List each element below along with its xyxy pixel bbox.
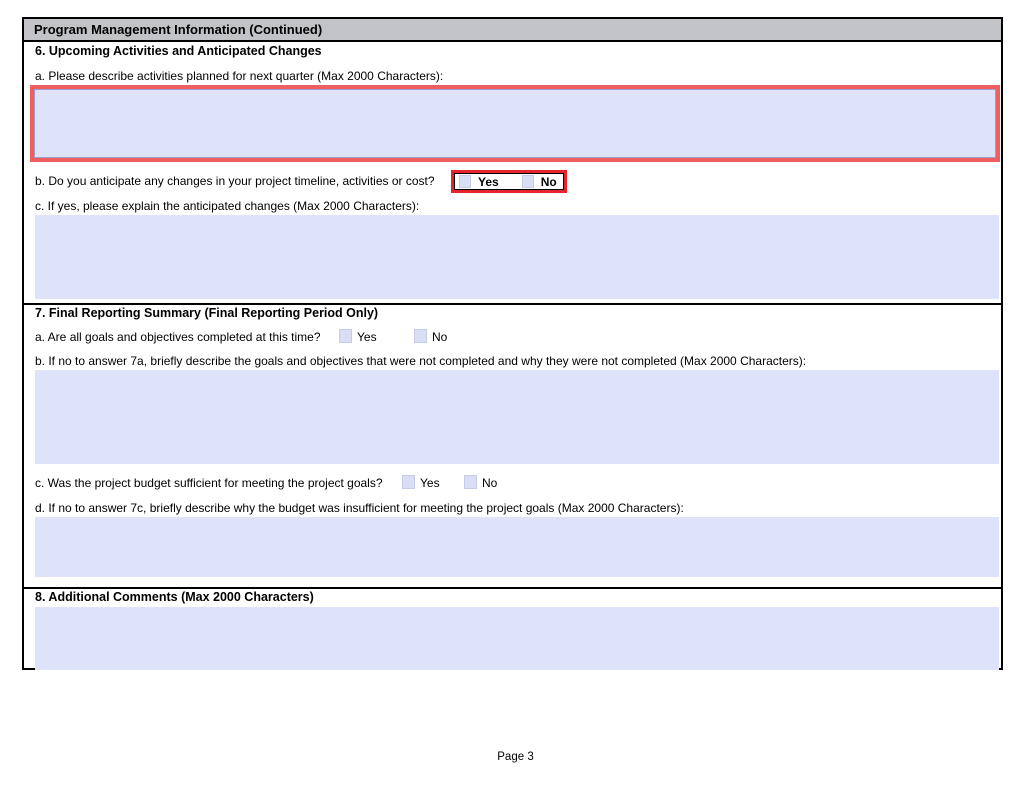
- goals-completed-no-checkbox[interactable]: [414, 329, 427, 343]
- section6b-question-label: b. Do you anticipate any changes in your…: [35, 174, 435, 188]
- budget-sufficient-no-checkbox[interactable]: [464, 475, 477, 489]
- focus-highlight-yes-no-group: Yes No: [451, 170, 567, 193]
- section7-heading: 7. Final Reporting Summary (Final Report…: [35, 306, 379, 320]
- program-management-form: Program Management Information (Continue…: [22, 17, 1003, 670]
- budget-sufficient-no-label: No: [482, 476, 498, 490]
- section7b-question-label: b. If no to answer 7a, briefly describe …: [35, 354, 807, 368]
- additional-comments-field[interactable]: [35, 607, 999, 670]
- goals-completed-yes-checkbox[interactable]: [339, 329, 352, 343]
- page-title: Program Management Information (Continue…: [34, 22, 323, 37]
- anticipate-changes-no-label: No: [540, 174, 557, 189]
- section7a-question-label: a. Are all goals and objectives complete…: [35, 330, 321, 344]
- budget-sufficient-yes-label: Yes: [420, 476, 440, 490]
- goals-not-completed-field[interactable]: [35, 370, 999, 464]
- section6-heading: 6. Upcoming Activities and Anticipated C…: [35, 44, 322, 58]
- section6a-question-label: a. Please describe activities planned fo…: [35, 69, 444, 83]
- anticipate-changes-yes-label: Yes: [478, 174, 499, 189]
- anticipate-changes-yes-checkbox[interactable]: [459, 175, 471, 188]
- section-divider: [24, 303, 1001, 305]
- page-number: Page 3: [497, 751, 534, 763]
- explain-anticipated-changes-field[interactable]: [35, 215, 999, 299]
- budget-insufficient-reason-field[interactable]: [35, 517, 999, 577]
- section7c-question-label: c. Was the project budget sufficient for…: [35, 476, 383, 490]
- budget-sufficient-yes-checkbox[interactable]: [402, 475, 415, 489]
- focus-highlight-activities-field: [30, 85, 1000, 162]
- section-divider: [24, 587, 1001, 589]
- section6c-question-label: c. If yes, please explain the anticipate…: [35, 199, 420, 213]
- pdf-form-page: Program Management Information (Continue…: [0, 0, 1031, 785]
- anticipate-changes-answer-group: Yes No: [454, 173, 564, 190]
- goals-completed-no-label: No: [432, 330, 448, 344]
- anticipate-changes-no-checkbox[interactable]: [521, 175, 534, 188]
- section7d-question-label: d. If no to answer 7c, briefly describe …: [35, 501, 684, 515]
- goals-completed-yes-label: Yes: [357, 330, 377, 344]
- form-section-title-bar: Program Management Information (Continue…: [24, 19, 1001, 42]
- activities-next-quarter-field[interactable]: [34, 89, 996, 158]
- section8-heading: 8. Additional Comments (Max 2000 Charact…: [35, 590, 314, 604]
